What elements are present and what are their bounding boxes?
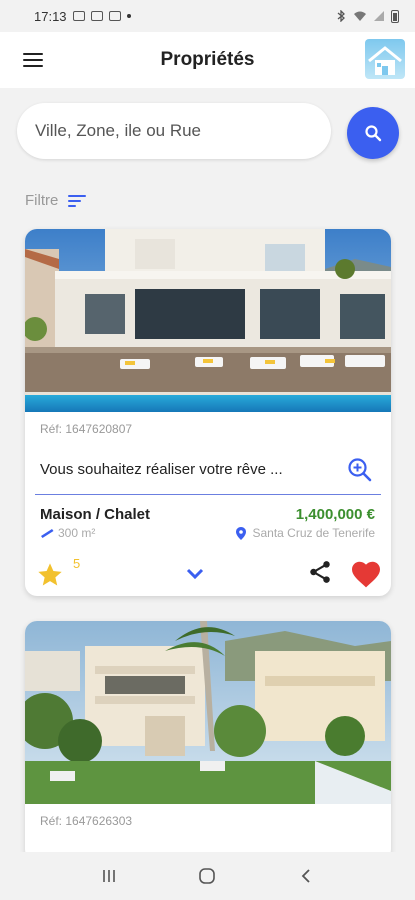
star-icon [38,563,62,586]
search-icon [365,125,382,142]
property-photo[interactable] [25,621,391,804]
filter-icon [68,194,87,208]
listing-card[interactable]: Réf: 1647620807 Vous souhaitez réaliser … [25,229,391,596]
share-button[interactable] [307,559,333,590]
back-icon [301,869,310,883]
chevron-down-icon [186,568,204,580]
recent-apps-button[interactable] [89,856,129,896]
ruler-icon [41,529,54,538]
zoom-in-icon [348,458,372,482]
expand-button[interactable] [183,562,207,591]
system-nav-bar [0,852,415,900]
home-button[interactable] [187,856,227,896]
listing-ref: Réf: 1647620807 [40,422,133,436]
wifi-icon [354,11,366,21]
divider [35,494,381,495]
filter-button[interactable]: Filtre [25,192,87,209]
property-price: 1,400,000 € [295,506,375,523]
mail-icon [90,11,103,21]
notification-icon [72,11,85,21]
menu-button[interactable] [23,53,43,67]
signal-icon [374,11,384,21]
more-notifications-icon [126,14,131,18]
app-bar: Propriétés [0,32,415,88]
location-value: Santa Cruz de Tenerife [252,526,375,540]
heart-icon [352,561,380,588]
status-time: 17:13 [34,8,67,24]
garden-villa-photo-image [25,621,391,804]
listing-card[interactable]: Réf: 1647626303 [25,621,391,861]
home-icon [199,868,216,884]
property-location: Santa Cruz de Tenerife [236,526,375,540]
property-area: 300 m² [40,526,95,540]
share-icon [310,561,330,583]
zoom-in-button[interactable] [347,457,373,488]
listing-headline[interactable]: Vous souhaitez réaliser votre rêve ... [40,461,310,478]
location-pin-icon [236,526,247,540]
rating-count: 5 [73,556,81,571]
favorite-button[interactable] [350,559,382,594]
listing-ref: Réf: 1647626303 [40,814,133,828]
recent-apps-icon [103,870,115,882]
house-logo-icon [368,46,402,75]
search-button[interactable] [347,107,399,159]
area-value: 300 m² [58,526,96,540]
status-bar: 17:13 [0,0,415,32]
star-rating-button[interactable] [36,561,64,594]
search-input[interactable]: Ville, Zone, ile ou Rue [17,103,331,159]
filter-label: Filtre [25,192,59,209]
bluetooth-icon [337,10,345,22]
mail-icon [108,11,121,21]
villa-photo-image [25,229,391,412]
property-type: Maison / Chalet [40,506,151,523]
battery-icon [391,9,399,23]
app-logo[interactable] [365,39,405,79]
search-bar: Ville, Zone, ile ou Rue [0,88,415,178]
back-button[interactable] [286,856,326,896]
page-title: Propriétés [160,49,255,70]
property-photo[interactable] [25,229,391,412]
